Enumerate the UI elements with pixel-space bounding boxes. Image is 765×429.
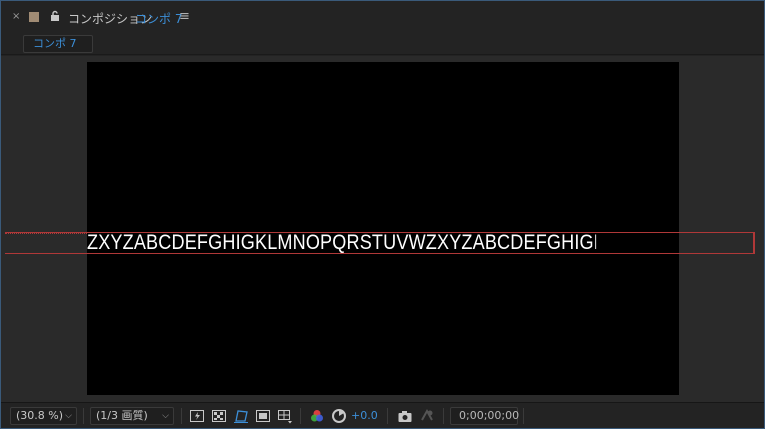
comp-tab-bar: コンポ 7 [1,33,764,55]
tab-comp-7[interactable]: コンポ 7 [23,35,93,53]
resolution-dropdown[interactable]: (1/3 画質) ⌵ [90,407,174,425]
transparency-grid-icon[interactable] [211,408,227,424]
toolbar-divider [523,408,524,424]
composition-viewer[interactable]: ZXYZABCDEFGHIGKLMNOPQRSTUVWZXYZABCDEFGHI… [1,56,764,402]
toolbar-divider [443,408,444,424]
zoom-dropdown[interactable]: (30.8 %) ⌵ [10,407,77,425]
resolution-value: (1/3 画質) [96,409,148,422]
channel-rgb-icon[interactable] [309,408,325,424]
toolbar-divider [181,408,182,424]
toolbar-divider [300,408,301,424]
panel-header: × コンポジション コンポ 7 ≡ [1,1,764,33]
text-layer[interactable]: ZXYZABCDEFGHIGKLMNOPQRSTUVWZXYZABCDEFGHI… [87,226,596,260]
exposure-value[interactable]: +0.0 [351,408,378,426]
toolbar-divider [83,408,84,424]
grid-guides-icon[interactable] [277,408,293,424]
composition-panel: × コンポジション コンポ 7 ≡ コンポ 7 ZXYZABCDEFGHIGKL… [0,0,765,429]
text-box-left-guide [5,233,87,234]
camera-icon[interactable] [397,408,413,424]
current-time-field[interactable]: 0;00;00;00 [450,407,519,425]
region-of-interest-icon[interactable] [255,408,271,424]
label-color-swatch[interactable] [29,12,39,22]
close-icon[interactable]: × [12,11,20,22]
chevron-down-icon: ⌵ [65,411,72,421]
fast-previews-icon[interactable] [189,408,205,424]
show-snapshot-icon[interactable] [419,408,435,424]
text-box-right-handle[interactable] [753,232,755,254]
zoom-value: (30.8 %) [16,409,64,422]
mask-visibility-icon[interactable] [233,408,249,424]
panel-comp-name: コンポ 7 [135,12,183,26]
lock-icon[interactable] [49,10,61,22]
reset-exposure-icon[interactable] [331,408,347,424]
chevron-down-icon: ⌵ [162,411,169,421]
toolbar-divider [387,408,388,424]
viewer-toolbar: (30.8 %) ⌵ (1/3 画質) ⌵ +0.0 0;00;00;00 [1,402,764,428]
panel-menu-icon[interactable]: ≡ [179,9,190,24]
